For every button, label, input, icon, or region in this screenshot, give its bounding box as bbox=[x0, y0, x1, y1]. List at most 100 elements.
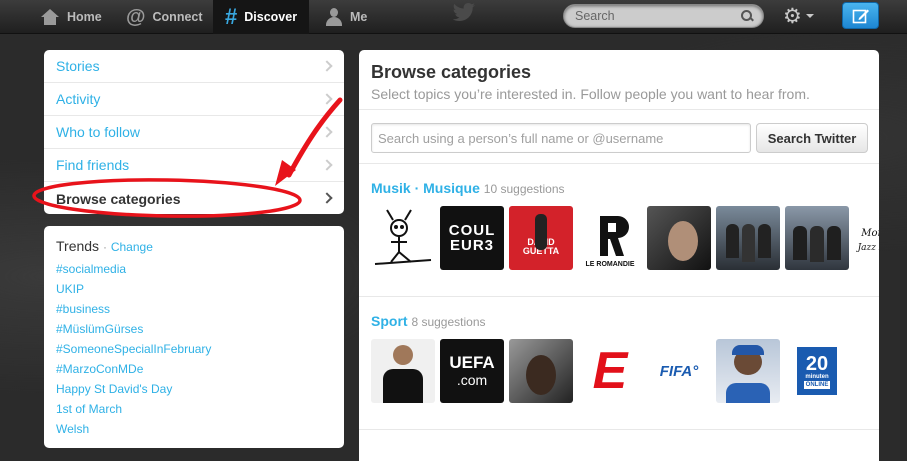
avatar-athlete-cap[interactable] bbox=[716, 339, 780, 403]
category-sport: Sport 8 suggestions UEFA .com E FIFA° 20… bbox=[359, 297, 879, 430]
avatar-20-minuten[interactable]: 20 minuten ONLINE bbox=[785, 339, 849, 403]
trend-item[interactable]: 1st of March bbox=[56, 399, 332, 419]
settings-menu[interactable]: ⚙ bbox=[783, 4, 814, 28]
couleur3-logo: COUL EUR3 bbox=[448, 222, 496, 254]
sidebar-item-activity[interactable]: Activity bbox=[44, 83, 344, 116]
svg-text:Jazz Festival: Jazz Festival bbox=[856, 243, 879, 253]
avatar-montreux-jazz[interactable]: Montreux Jazz Festival bbox=[854, 206, 879, 270]
trend-item[interactable]: Happy St David's Day bbox=[56, 379, 332, 399]
panel-header: Browse categories Select topics you’re i… bbox=[359, 50, 879, 110]
category-name-link[interactable]: Musik · Musique bbox=[371, 180, 480, 196]
trend-item[interactable]: #socialmedia bbox=[56, 259, 332, 279]
avatar-football-player[interactable] bbox=[371, 339, 435, 403]
cap-shape bbox=[732, 345, 764, 355]
top-navigation-bar: Home @ Connect # Discover Me ⚙ bbox=[0, 0, 907, 34]
page-subtitle: Select topics you’re interested in. Foll… bbox=[371, 86, 810, 102]
chevron-right-icon bbox=[321, 192, 333, 204]
jersey-shape bbox=[383, 369, 423, 403]
person-icon bbox=[325, 8, 343, 26]
compose-tweet-button[interactable] bbox=[842, 2, 879, 29]
people-search-input[interactable] bbox=[371, 123, 751, 153]
band-silhouettes bbox=[793, 226, 841, 262]
trends-header: Trends · Change bbox=[56, 238, 332, 256]
face-shape bbox=[526, 355, 556, 395]
avatar-band-photo[interactable] bbox=[716, 206, 780, 270]
avatar-le-romandie[interactable]: LE ROMANDIE bbox=[578, 206, 642, 270]
category-title: Musik · Musique 10 suggestions bbox=[371, 180, 565, 196]
search-icon[interactable] bbox=[741, 10, 753, 22]
hashtag-icon: # bbox=[225, 4, 238, 29]
avatar-portrait-man[interactable] bbox=[509, 339, 573, 403]
category-avatars: COULEUR3 DAVID GUETTA LE ROMANDIE bbox=[371, 206, 879, 270]
search-twitter-button[interactable]: Search Twitter bbox=[756, 123, 868, 153]
le-romandie-logo: LE ROMANDIE bbox=[586, 216, 635, 268]
trend-item[interactable]: UKIP bbox=[56, 279, 332, 299]
nav-me[interactable]: Me bbox=[313, 0, 379, 34]
chevron-right-icon bbox=[321, 60, 333, 72]
sidebar-item-label: Activity bbox=[56, 91, 101, 107]
trend-item[interactable]: #MüslümGürses bbox=[56, 319, 332, 339]
avatar-uefa[interactable]: UEFA .com bbox=[440, 339, 504, 403]
trends-module: Trends · Change #socialmedia UKIP #busin… bbox=[44, 226, 344, 448]
suggestion-count: 8 suggestions bbox=[411, 315, 486, 329]
nav-connect-label: Connect bbox=[152, 10, 203, 24]
suggestion-count: 10 suggestions bbox=[483, 182, 565, 196]
page-title: Browse categories bbox=[371, 62, 532, 82]
uefa-logo: UEFA .com bbox=[449, 353, 495, 388]
home-icon bbox=[40, 8, 60, 26]
sidebar-item-label: Who to follow bbox=[56, 124, 141, 140]
nav-discover-label: Discover bbox=[244, 10, 298, 24]
face-shape bbox=[668, 221, 698, 261]
compose-icon bbox=[852, 9, 869, 24]
avatar-portrait-woman[interactable] bbox=[647, 206, 711, 270]
chevron-right-icon bbox=[321, 93, 333, 105]
sidebar-item-find-friends[interactable]: Find friends bbox=[44, 149, 344, 182]
category-avatars: UEFA .com E FIFA° 20 minuten ONLINE bbox=[371, 339, 849, 403]
trends-title: Trends bbox=[56, 238, 100, 254]
avatar-couleur3[interactable]: COUL EUR3 bbox=[440, 206, 504, 270]
category-name-link[interactable]: Sport bbox=[371, 313, 408, 329]
search-input[interactable] bbox=[575, 9, 745, 23]
discover-sidebar: Stories Activity Who to follow Find frie… bbox=[44, 50, 344, 214]
trend-item[interactable]: #business bbox=[56, 299, 332, 319]
shirt-shape bbox=[726, 383, 770, 403]
nav-home[interactable]: Home bbox=[28, 0, 114, 34]
sidebar-item-who-to-follow[interactable]: Who to follow bbox=[44, 116, 344, 149]
at-icon: @ bbox=[126, 6, 146, 28]
avatar-fifa[interactable]: FIFA° bbox=[647, 339, 711, 403]
nav-discover[interactable]: # Discover bbox=[213, 0, 310, 34]
face-shape bbox=[393, 345, 413, 365]
cartoon-ant-image bbox=[374, 209, 432, 265]
global-search bbox=[563, 4, 764, 28]
people-search-bar: Search Twitter bbox=[359, 110, 879, 164]
sidebar-item-label: Browse categories bbox=[56, 190, 181, 207]
20-minuten-logo: 20 minuten ONLINE bbox=[797, 347, 837, 395]
trend-item[interactable]: #SomeoneSpecialInFebruary bbox=[56, 339, 332, 359]
chevron-right-icon bbox=[321, 126, 333, 138]
montreux-jazz-logo: Montreux Jazz Festival bbox=[856, 228, 879, 253]
sidebar-item-browse-categories[interactable]: Browse categories bbox=[44, 182, 344, 214]
chevron-down-icon bbox=[805, 14, 814, 18]
category-music: Musik · Musique 10 suggestions COUL EUR3 … bbox=[359, 164, 879, 297]
svg-text:Montreux: Montreux bbox=[860, 228, 879, 239]
figure-silhouette bbox=[535, 214, 547, 250]
trends-separator: · bbox=[102, 240, 107, 254]
nav-connect[interactable]: @ Connect bbox=[114, 0, 215, 34]
lequipe-logo: E bbox=[592, 342, 628, 400]
twitter-bird-logo[interactable] bbox=[452, 3, 476, 21]
nav-me-label: Me bbox=[350, 10, 368, 24]
category-title: Sport 8 suggestions bbox=[371, 313, 486, 329]
gear-icon: ⚙ bbox=[783, 4, 802, 28]
trends-change-link[interactable]: Change bbox=[111, 240, 153, 254]
sidebar-item-label: Find friends bbox=[56, 157, 130, 173]
trend-item[interactable]: #MarzoConMDe bbox=[56, 359, 332, 379]
sidebar-item-stories[interactable]: Stories bbox=[44, 50, 344, 83]
chevron-right-icon bbox=[321, 159, 333, 171]
sidebar-item-label: Stories bbox=[56, 58, 100, 74]
avatar-band-photo-2[interactable] bbox=[785, 206, 849, 270]
avatar-lequipe[interactable]: E bbox=[578, 339, 642, 403]
trend-item[interactable]: Welsh bbox=[56, 419, 332, 439]
avatar-david-guetta[interactable]: DAVID GUETTA bbox=[509, 206, 573, 270]
avatar-cartoon[interactable] bbox=[371, 206, 435, 270]
browse-categories-panel: Browse categories Select topics you’re i… bbox=[359, 50, 879, 461]
